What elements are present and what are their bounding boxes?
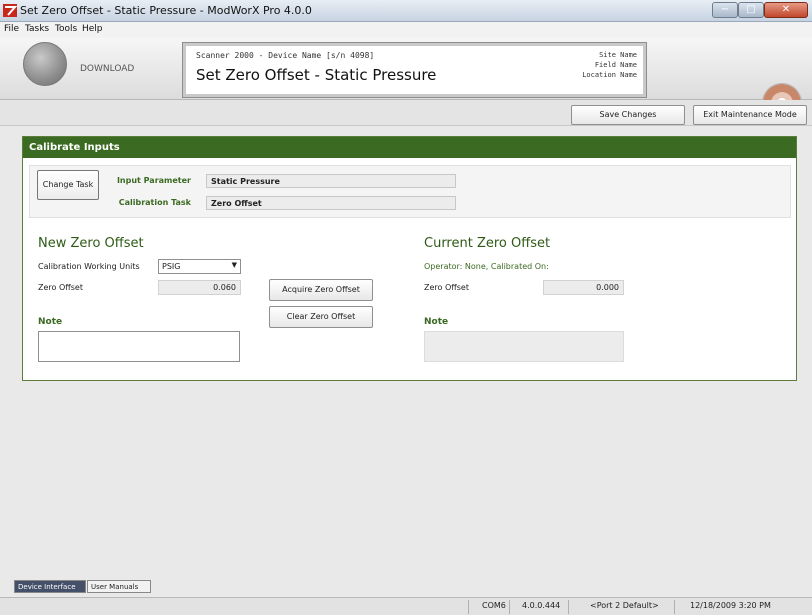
menu-tasks[interactable]: Tasks [25,24,49,34]
tab-device-interface[interactable]: Device Interface [14,580,86,593]
window-controls: − □ ✕ [712,2,808,18]
maximize-button[interactable]: □ [738,2,764,18]
working-units-label: Calibration Working Units [38,262,140,271]
menu-file[interactable]: File [4,24,19,34]
status-bar: COM6 4.0.0.444 <Port 2 Default> 12/18/20… [0,597,812,615]
note-input[interactable] [38,331,240,362]
exit-maintenance-button[interactable]: Exit Maintenance Mode [693,105,807,125]
status-divider [568,600,569,614]
current-zero-offset-label: Zero Offset [424,283,469,292]
status-divider [468,600,469,614]
title-bar: Set Zero Offset - Static Pressure - ModW… [0,0,812,22]
change-task-button[interactable]: Change Task [37,170,99,200]
working-units-value: PSIG [162,262,181,271]
close-button[interactable]: ✕ [764,2,808,18]
app-icon [3,4,17,17]
download-button[interactable] [23,42,67,86]
status-datetime: 12/18/2009 3:20 PM [690,601,771,610]
minimize-button[interactable]: − [712,2,738,18]
current-zero-offset-field: 0.000 [543,280,624,295]
current-offset-title: Current Zero Offset [424,236,551,251]
location-name: Location Name [582,71,637,79]
zero-offset-label: Zero Offset [38,283,83,292]
new-zero-offset-field[interactable]: 0.060 [158,280,241,295]
clear-zero-offset-button[interactable]: Clear Zero Offset [269,306,373,328]
toolbar: Save Changes Exit Maintenance Mode [0,100,812,126]
input-parameter-field: Static Pressure [206,174,456,188]
status-port: COM6 [482,601,506,610]
current-note-field [424,331,624,362]
current-note-label: Note [424,317,449,327]
new-note-label: Note [38,317,63,327]
chevron-down-icon: ▼ [231,261,237,269]
status-version: 4.0.0.444 [522,601,561,610]
status-divider [674,600,675,614]
status-port-default: <Port 2 Default> [590,601,659,610]
menu-bar: File Tasks Tools Help [0,22,812,38]
menu-help[interactable]: Help [82,24,103,34]
bottom-tabs: Device Interface User Manuals [14,580,154,593]
page-title: Set Zero Offset - Static Pressure [196,66,437,84]
calibration-task-field: Zero Offset [206,196,456,210]
menu-tools[interactable]: Tools [55,24,77,34]
calibrate-inputs-panel: Calibrate Inputs Change Task Input Param… [22,136,797,381]
working-units-select[interactable]: PSIG ▼ [158,259,241,274]
acquire-zero-offset-button[interactable]: Acquire Zero Offset [269,279,373,301]
status-divider [509,600,510,614]
new-offset-title: New Zero Offset [38,236,144,251]
panel-title: Calibrate Inputs [23,137,796,158]
device-info-panel: Scanner 2000 - Device Name [s/n 4098] Se… [182,42,647,98]
save-changes-button[interactable]: Save Changes [571,105,685,125]
task-info-box: Change Task Input Parameter Static Press… [29,165,791,218]
tab-user-manuals[interactable]: User Manuals [87,580,151,593]
field-name: Field Name [594,61,637,69]
site-name: Site Name [599,51,637,59]
input-parameter-label: Input Parameter [116,176,191,185]
operator-info: Operator: None, Calibrated On: [424,262,549,271]
download-label[interactable]: DOWNLOAD [80,64,134,74]
window-title: Set Zero Offset - Static Pressure - ModW… [20,4,312,17]
calibration-task-label: Calibration Task [118,198,191,207]
device-name: Scanner 2000 - Device Name [s/n 4098] [196,51,375,60]
